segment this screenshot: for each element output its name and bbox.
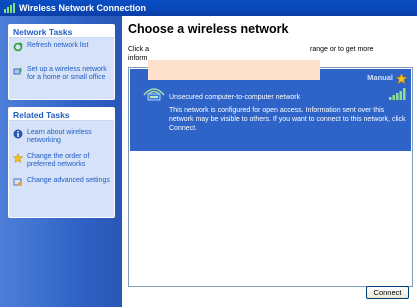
refresh-network-list-label: Refresh network list	[27, 42, 89, 49]
network-description: This network is configured for open acce…	[169, 107, 406, 132]
network-security: Unsecured computer-to-computer network	[169, 94, 301, 101]
info-icon	[13, 129, 23, 139]
change-advanced-settings-label: Change advanced settings	[27, 177, 110, 184]
wireless-icon	[4, 3, 15, 13]
network-tasks-header: Network Tasks	[9, 25, 114, 38]
instruction-start: Click a	[128, 46, 150, 53]
related-tasks-header: Related Tasks	[9, 108, 114, 121]
redacted-region	[148, 60, 320, 80]
instruction-line2: inform	[128, 55, 148, 62]
settings-icon	[13, 177, 23, 187]
setup-wireless-network-label: Set up a wireless network for a home or …	[27, 66, 107, 81]
instruction-end: range or to get more	[310, 46, 374, 53]
window-title: Wireless Network Connection	[19, 3, 146, 13]
related-tasks-panel: Related Tasks Learn about wireless netwo…	[8, 107, 115, 218]
network-tasks-panel: Network Tasks Refresh network list Set u…	[8, 24, 115, 100]
preferred-star-icon	[395, 71, 408, 85]
change-advanced-settings-link[interactable]: Change advanced settings	[9, 171, 114, 189]
change-order-label: Change the order of preferred networks	[27, 153, 90, 168]
network-mode: Manual	[367, 73, 393, 82]
setup-network-icon	[13, 66, 23, 76]
refresh-network-list-link[interactable]: Refresh network list	[9, 38, 114, 54]
star-icon	[12, 152, 24, 164]
connect-button[interactable]: Connect	[366, 286, 409, 299]
change-order-link[interactable]: Change the order of preferred networks	[9, 147, 114, 171]
learn-wireless-link[interactable]: Learn about wireless networking	[9, 121, 114, 147]
refresh-icon	[13, 42, 23, 52]
network-list[interactable]: Manual Unsecured computer-to-computer ne…	[128, 67, 413, 287]
page-title: Choose a wireless network	[128, 22, 289, 36]
title-bar[interactable]: Wireless Network Connection	[0, 0, 417, 16]
network-list-item[interactable]: Manual Unsecured computer-to-computer ne…	[130, 69, 411, 151]
learn-wireless-label: Learn about wireless networking	[27, 129, 92, 144]
main-pane: Choose a wireless network Click a range …	[122, 16, 417, 307]
left-pane: Network Tasks Refresh network list Set u…	[0, 16, 122, 307]
wireless-network-window: Wireless Network Connection Network Task…	[0, 0, 417, 307]
setup-wireless-network-link[interactable]: Set up a wireless network for a home or …	[9, 54, 114, 84]
signal-strength-icon	[389, 87, 407, 100]
